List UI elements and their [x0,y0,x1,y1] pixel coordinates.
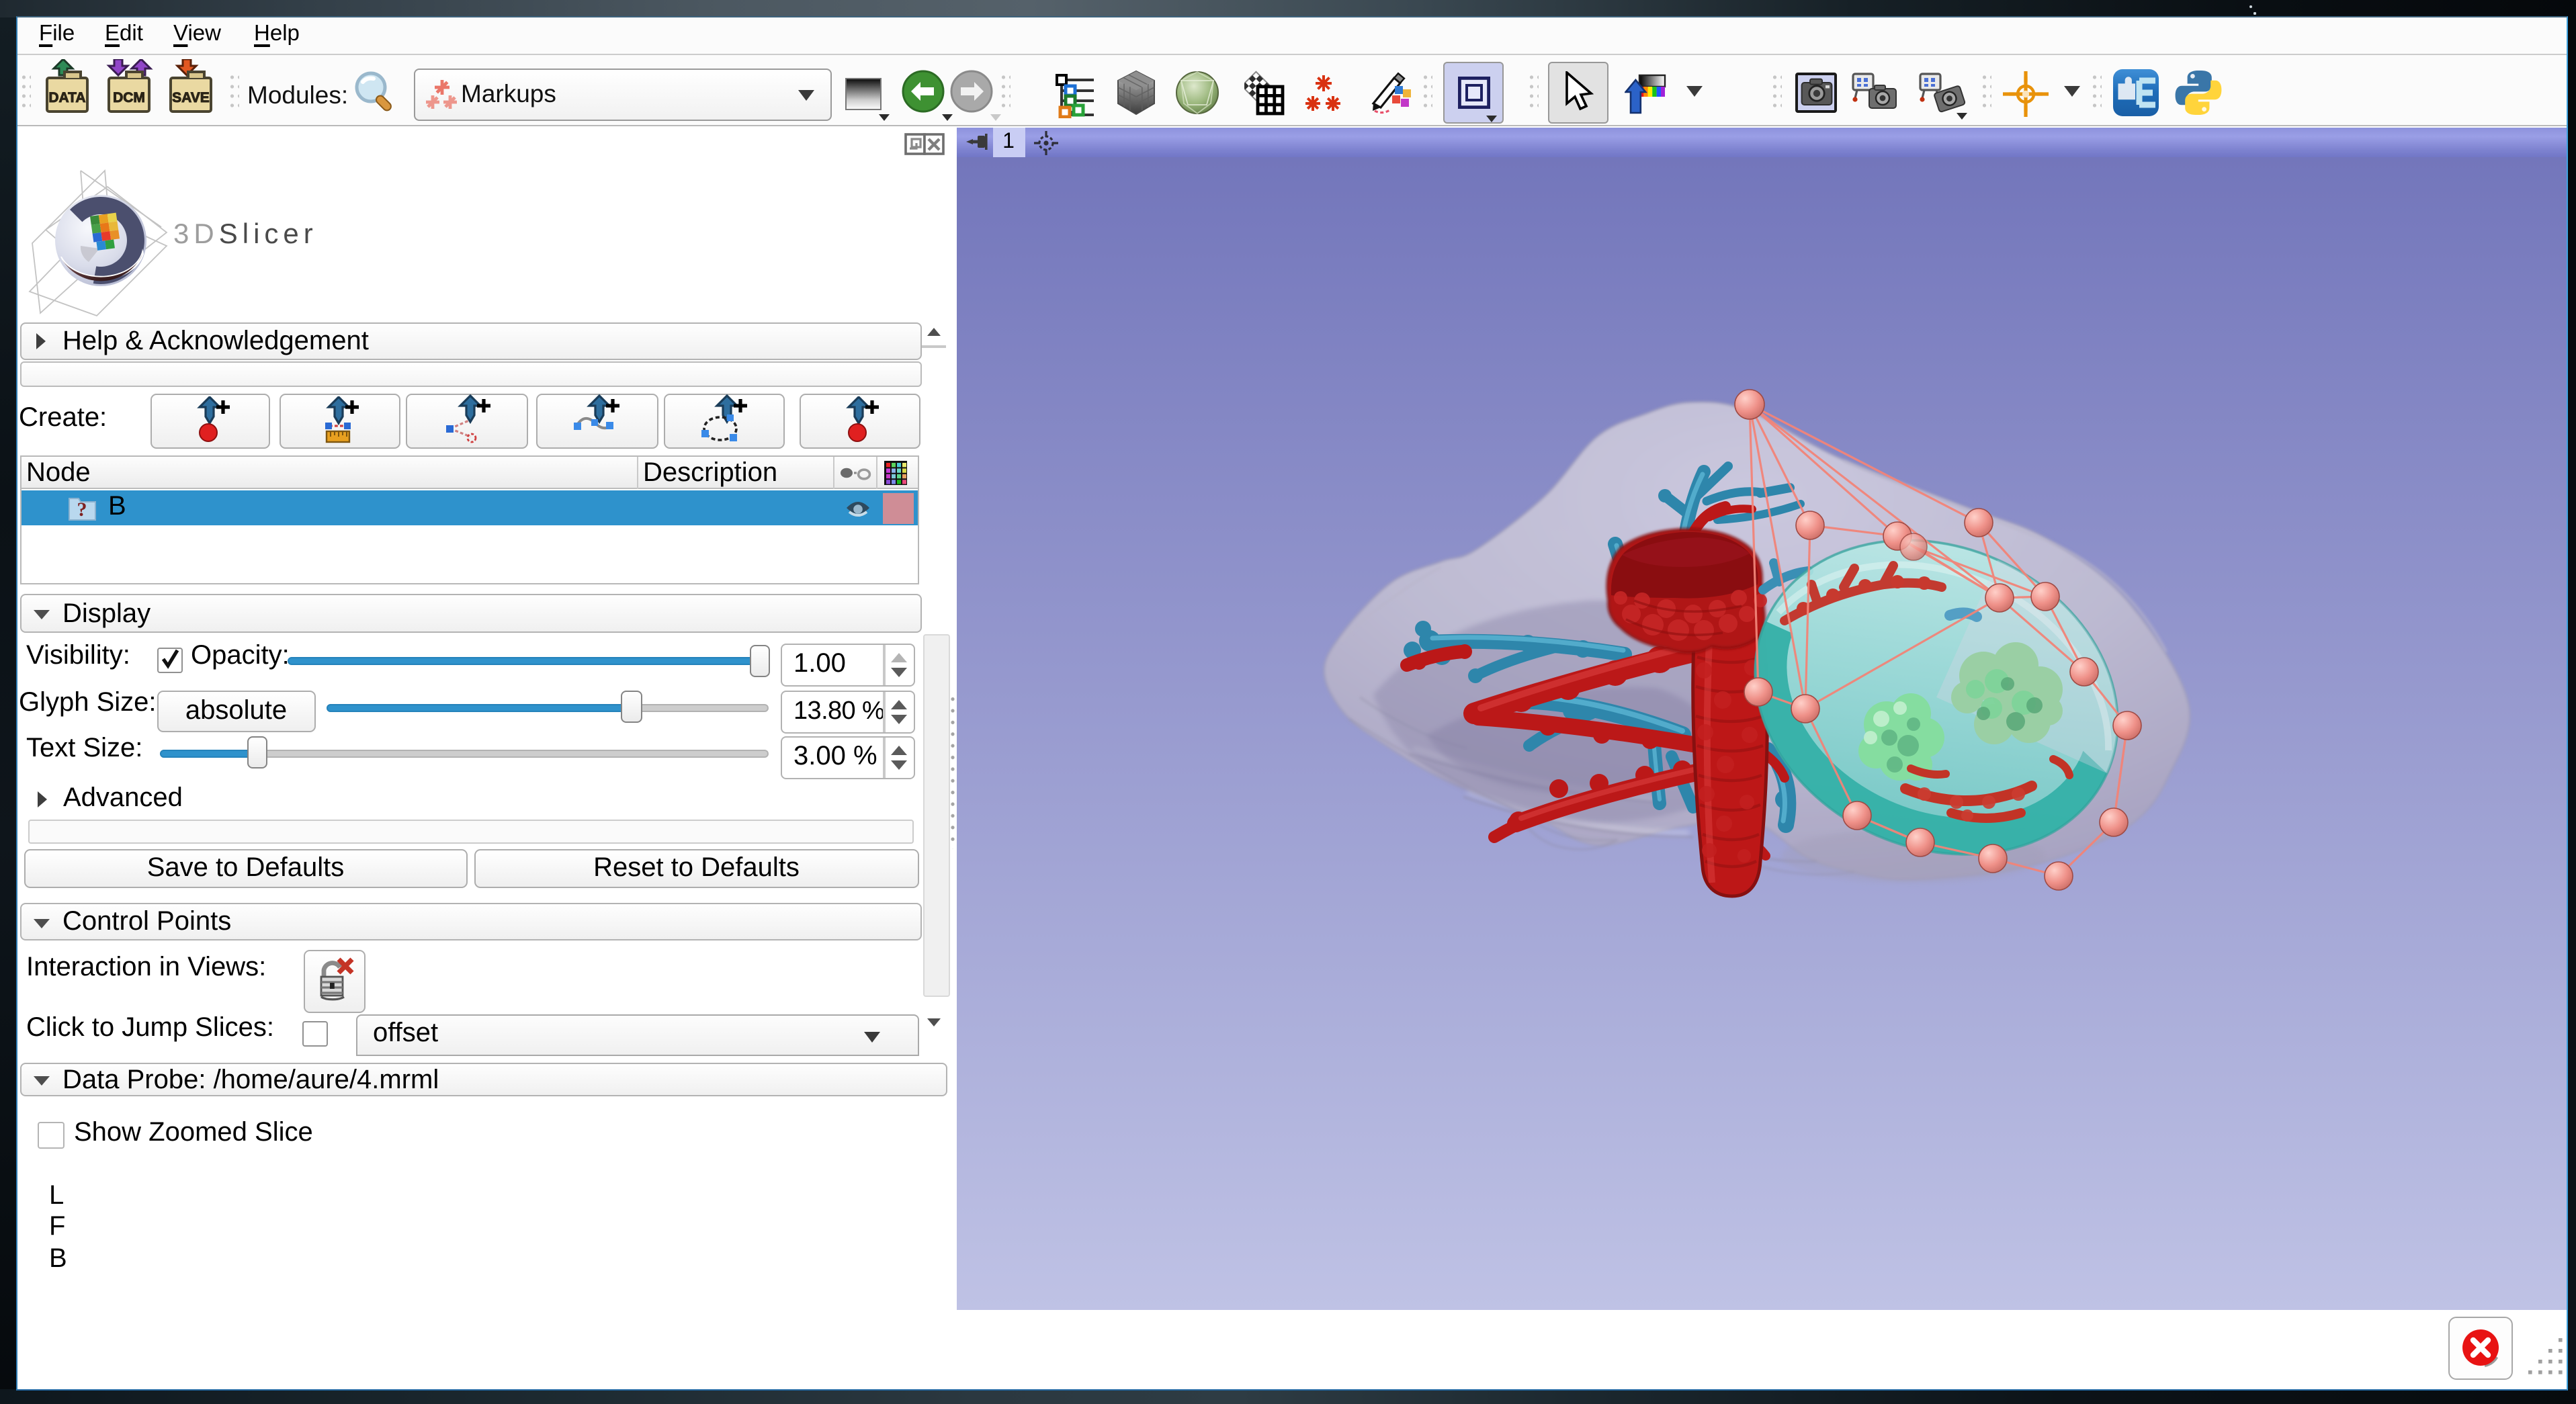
svg-text:?: ? [77,498,87,521]
svg-text:SAVE: SAVE [172,90,210,105]
svg-text:DCM: DCM [113,90,145,105]
svg-text:DATA: DATA [48,90,85,105]
